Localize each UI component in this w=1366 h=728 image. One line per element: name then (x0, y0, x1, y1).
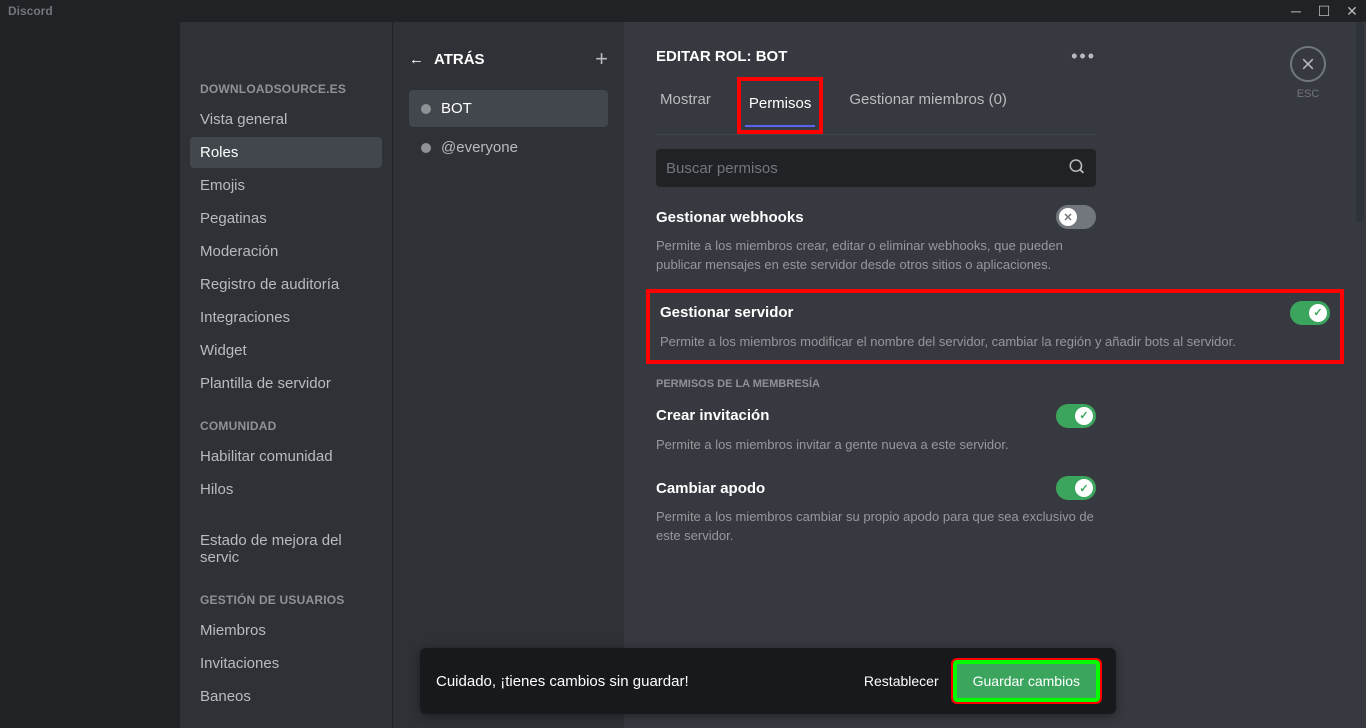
role-item-everyone[interactable]: @everyone (409, 129, 608, 166)
unsaved-message: Cuidado, ¡tienes cambios sin guardar! (436, 673, 850, 690)
permission-webhooks: Gestionar webhooks ✕ Permite a los miemb… (656, 205, 1096, 275)
permission-title: Cambiar apodo (656, 480, 765, 497)
role-label: @everyone (441, 139, 518, 156)
toggle-change-nickname[interactable]: ✓ (1056, 476, 1096, 500)
x-icon: ✕ (1063, 211, 1072, 224)
app-brand: Discord (8, 4, 53, 18)
permission-desc: Permite a los miembros cambiar su propio… (656, 508, 1096, 546)
role-color-dot (421, 104, 431, 114)
role-color-dot (421, 143, 431, 153)
close-settings-button[interactable] (1290, 46, 1326, 82)
main-content: ESC EDITAR ROL: BOT ••• Mostrar Permisos… (624, 22, 1366, 728)
permission-title: Gestionar servidor (660, 304, 793, 321)
search-input[interactable] (666, 160, 1068, 177)
sidebar-item-stickers[interactable]: Pegatinas (190, 203, 382, 234)
sidebar-item-overview[interactable]: Vista general (190, 104, 382, 135)
role-item-bot[interactable]: BOT (409, 90, 608, 127)
minimize-button[interactable]: ─ (1282, 0, 1310, 22)
roles-column: ← ATRÁS + BOT @everyone (392, 22, 624, 728)
search-icon (1068, 157, 1086, 180)
esc-label: ESC (1290, 88, 1326, 100)
sidebar-item-moderation[interactable]: Moderación (190, 236, 382, 267)
sidebar-item-threads[interactable]: Hilos (190, 474, 382, 505)
tab-manage-members[interactable]: Gestionar miembros (0) (845, 81, 1011, 134)
sidebar-item-members[interactable]: Miembros (190, 615, 382, 646)
sidebar-item-roles[interactable]: Roles (190, 137, 382, 168)
unsaved-changes-bar: Cuidado, ¡tienes cambios sin guardar! Re… (420, 648, 1116, 714)
back-label: ATRÁS (434, 51, 485, 68)
reset-button[interactable]: Restablecer (864, 673, 939, 689)
sidebar-item-template[interactable]: Plantilla de servidor (190, 368, 382, 399)
save-button[interactable]: Guardar cambios (953, 660, 1100, 702)
sidebar-item-widget[interactable]: Widget (190, 335, 382, 366)
permission-title: Gestionar webhooks (656, 209, 804, 226)
settings-sidebar: DOWNLOADSOURCE.ES Vista general Roles Em… (180, 22, 392, 728)
check-icon: ✓ (1313, 306, 1322, 319)
close-button[interactable]: ✕ (1338, 0, 1366, 22)
sidebar-item-enable-community[interactable]: Habilitar comunidad (190, 441, 382, 472)
check-icon: ✓ (1079, 409, 1088, 422)
sidebar-section-server: DOWNLOADSOURCE.ES (190, 82, 382, 104)
titlebar: Discord ─ ☐ ✕ (0, 0, 1366, 22)
left-gutter (0, 22, 180, 728)
toggle-webhooks[interactable]: ✕ (1056, 205, 1096, 229)
role-tabs: Mostrar Permisos Gestionar miembros (0) (656, 81, 1096, 135)
sidebar-item-audit-log[interactable]: Registro de auditoría (190, 269, 382, 300)
sidebar-item-emojis[interactable]: Emojis (190, 170, 382, 201)
scrollbar-thumb[interactable] (1356, 22, 1364, 222)
arrow-left-icon: ← (409, 51, 424, 68)
back-button[interactable]: ← ATRÁS (409, 51, 485, 68)
sidebar-item-boost-status[interactable]: Estado de mejora del servic (190, 525, 382, 573)
permission-create-invite: Crear invitación ✓ Permite a los miembro… (656, 404, 1096, 455)
close-icon (1300, 56, 1316, 72)
scrollbar[interactable] (1356, 22, 1364, 728)
sidebar-item-invites[interactable]: Invitaciones (190, 648, 382, 679)
page-title: EDITAR ROL: BOT (656, 48, 787, 65)
permission-title: Crear invitación (656, 407, 769, 424)
add-role-button[interactable]: + (595, 46, 608, 72)
permission-desc: Permite a los miembros crear, editar o e… (656, 237, 1096, 275)
tab-display[interactable]: Mostrar (656, 81, 715, 134)
sidebar-section-community: COMUNIDAD (190, 419, 382, 441)
permission-desc: Permite a los miembros invitar a gente n… (656, 436, 1096, 455)
tab-permissions[interactable]: Permisos (745, 85, 816, 126)
check-icon: ✓ (1079, 482, 1088, 495)
sidebar-section-user-mgmt: GESTIÓN DE USUARIOS (190, 593, 382, 615)
section-membership-label: PERMISOS DE LA MEMBRESÍA (656, 378, 1096, 390)
more-options-button[interactable]: ••• (1071, 46, 1096, 67)
search-permissions-row[interactable] (656, 149, 1096, 187)
toggle-manage-server[interactable]: ✓ (1290, 301, 1330, 325)
sidebar-item-integrations[interactable]: Integraciones (190, 302, 382, 333)
permission-change-nickname: Cambiar apodo ✓ Permite a los miembros c… (656, 476, 1096, 546)
role-label: BOT (441, 100, 472, 117)
toggle-create-invite[interactable]: ✓ (1056, 404, 1096, 428)
permission-desc: Permite a los miembros modificar el nomb… (660, 333, 1330, 352)
maximize-button[interactable]: ☐ (1310, 0, 1338, 22)
sidebar-item-bans[interactable]: Baneos (190, 681, 382, 712)
highlighted-permission: Gestionar servidor ✓ Permite a los miemb… (646, 289, 1344, 364)
